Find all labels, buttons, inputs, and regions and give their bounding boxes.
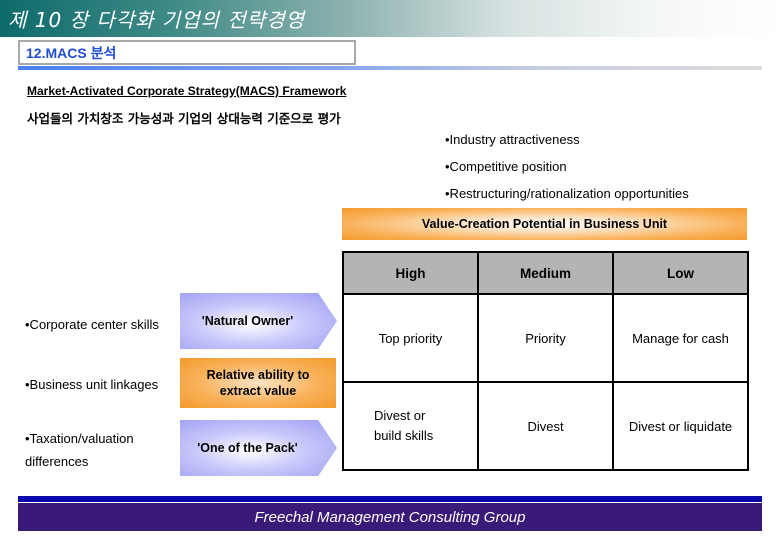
ability-bullet: •Corporate center skills — [25, 317, 159, 332]
relative-ability-box: Relative ability to extract value — [180, 358, 336, 408]
section-title-box: 12.MACS 분석 — [18, 40, 356, 65]
section-title: 12.MACS 분석 — [26, 45, 117, 61]
natural-owner-chevron: 'Natural Owner' — [180, 293, 337, 349]
matrix-cell: Priority — [477, 293, 614, 383]
matrix-col-low: Low — [612, 251, 749, 295]
matrix-cell: Top priority — [342, 293, 479, 383]
framework-subtitle: 사업들의 가치창조 가능성과 기업의 상대능력 기준으로 평가 — [27, 111, 341, 126]
footer-bar: Freechal Management Consulting Group — [18, 503, 762, 531]
criteria-bullet: •Competitive position — [445, 159, 567, 174]
matrix-cell-line: Divest or — [374, 408, 426, 423]
ability-bullet: •Taxation/valuation — [25, 431, 134, 446]
matrix-row-one-of-pack: Divest or build skills Divest Divest or … — [342, 381, 749, 471]
framework-title: Market-Activated Corporate Strategy(MACS… — [27, 84, 347, 98]
matrix-cell: Divest — [477, 381, 614, 471]
chapter-title: 제 10 장 다각화 기업의 전략경영 — [8, 8, 306, 32]
relative-ability-label-2: extract value — [219, 384, 297, 398]
criteria-bullet: •Restructuring/rationalization opportuni… — [445, 186, 689, 201]
matrix-col-high: High — [342, 251, 479, 295]
footer-divider — [18, 496, 762, 502]
ability-bullet-continued: differences — [25, 454, 89, 469]
matrix-header-row: High Medium Low — [342, 251, 749, 295]
criteria-bullet: •Industry attractiveness — [445, 132, 580, 147]
value-creation-header-label: Value-Creation Potential in Business Uni… — [421, 217, 668, 231]
relative-ability-label: Relative ability to — [206, 368, 310, 382]
one-of-pack-chevron: 'One of the Pack' — [180, 420, 337, 476]
macs-matrix: High Medium Low Top priority Priority Ma… — [342, 251, 749, 471]
matrix-cell: Manage for cash — [612, 293, 749, 383]
section-divider — [18, 66, 762, 70]
one-of-pack-label: 'One of the Pack' — [197, 441, 298, 455]
matrix-cell-line: build skills — [374, 428, 434, 443]
matrix-cell: Divest or liquidate — [612, 381, 749, 471]
natural-owner-label: 'Natural Owner' — [201, 314, 294, 328]
footer-company-name: Freechal Management Consulting Group — [254, 508, 526, 526]
matrix-cell: Divest or build skills — [342, 381, 479, 471]
value-creation-header: Value-Creation Potential in Business Uni… — [342, 208, 747, 240]
ability-bullet: •Business unit linkages — [25, 377, 159, 392]
matrix-col-medium: Medium — [477, 251, 614, 295]
matrix-row-natural-owner: Top priority Priority Manage for cash — [342, 293, 749, 383]
title-banner: 제 10 장 다각화 기업의 전략경영 — [0, 0, 780, 37]
